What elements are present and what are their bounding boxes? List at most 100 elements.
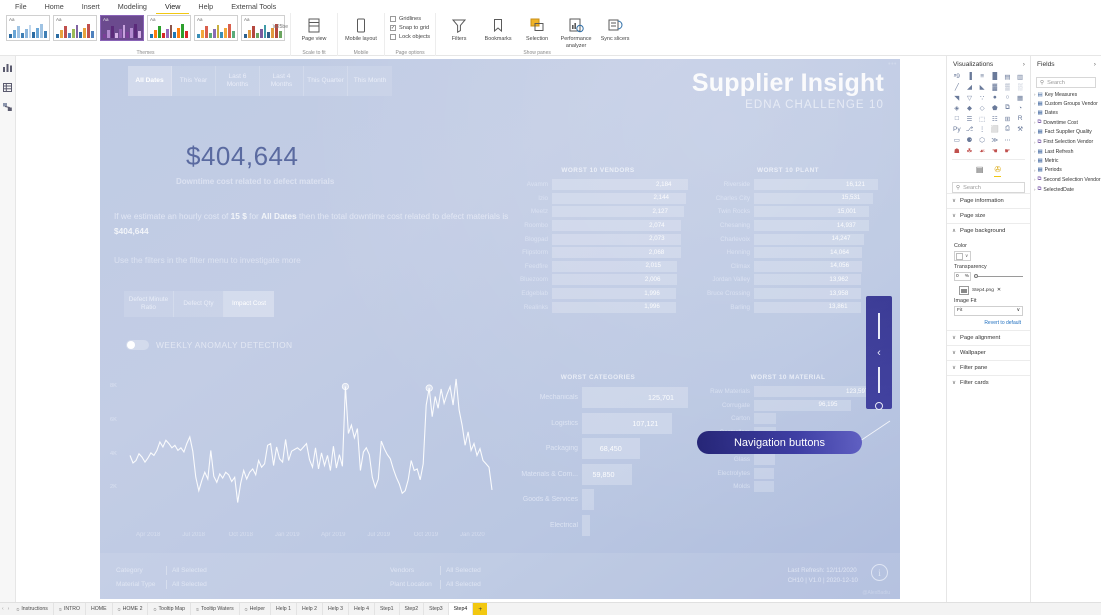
format-search-input[interactable]: ⚲ Search [952, 182, 1025, 193]
stacked-area-chart-icon[interactable]: ◣ [976, 83, 988, 93]
100-stacked-column-icon[interactable]: ▥ [1014, 72, 1026, 82]
checkbox-icon[interactable]: ✓ [390, 25, 396, 31]
chevron-right-icon[interactable]: › [1034, 101, 1035, 106]
page-tab-step2[interactable]: Step2 [400, 602, 425, 615]
anomaly-toggle-row[interactable]: WEEKLY ANOMALY DETECTION [126, 340, 293, 350]
format-section-filter-cards[interactable]: ∨ Filter cards [947, 374, 1030, 390]
visual-more-options-icon[interactable]: ••• [888, 61, 897, 68]
show-pane-performance-analyzer-button[interactable]: Performance analyzer [558, 15, 594, 49]
bar-row[interactable]: Electrical [508, 513, 688, 539]
decomposition-tree-icon[interactable]: ⋮ [976, 125, 988, 135]
ribbon-chart-icon[interactable]: ░ [1014, 83, 1026, 93]
field-item-last-refresh[interactable]: › ▦ Last Refresh [1031, 147, 1101, 156]
bar-row[interactable]: Charlevoix 14,247 [698, 232, 878, 246]
date-slicer-this-month[interactable]: This Month [348, 66, 392, 96]
date-slicer-this-quarter[interactable]: This Quarter [304, 66, 348, 96]
menu-view[interactable]: View [155, 0, 190, 14]
page-tab-tooltip-waters[interactable]: ⦸ Tooltip Waters [191, 602, 240, 615]
edit-visual-icon[interactable]: ☙ [976, 147, 988, 157]
blank-visual-icon[interactable]: ▭ [951, 135, 963, 145]
bar-row[interactable]: Materials & Com... 59,850 [508, 462, 688, 488]
format-section-page-background[interactable]: ∧ Page background [947, 223, 1030, 238]
themes-expand-caret[interactable]: \u25be [273, 24, 288, 30]
page-tab-help-4[interactable]: Help 4 [349, 602, 375, 615]
chevron-right-icon[interactable]: › [1034, 110, 1035, 115]
theme-thumbnail-0[interactable]: Aa [6, 15, 50, 41]
page-tab-step1[interactable]: Step1 [375, 602, 400, 615]
measure-button-impact-cost[interactable]: Impact Cost [224, 291, 274, 317]
date-slicer-this-year[interactable]: This Year [172, 66, 216, 96]
show-pane-filters-button[interactable]: Filters [441, 15, 477, 43]
field-item-periods[interactable]: › ▦ Periods [1031, 166, 1101, 175]
add-visual-icon[interactable]: ☘ [964, 147, 976, 157]
downtime-trend-line-chart[interactable]: 2K 4K 6K 8K Apr 2018 Jul 2018 Oct 2018 Jan 201… [108, 365, 498, 560]
page-view-button[interactable]: Page view [296, 15, 332, 43]
visual-type-gallery[interactable]: ᵜ9 ▐ ≡ █ ▤ ▥ ╱ ◢ ◣ ▓ ▒ ░ ◥ ▽ ∵ ● ○ ▦ ◈ ◆ ◇ ⬟ ⧉ ◔ □ ☰ ⬚ ☷ ⊞ R Py ⎇ ⋮ ⬜ ⎙ ⚒ ▭ ⚈… [947, 72, 1030, 145]
remove-image-icon[interactable]: ✕ [997, 288, 1001, 293]
menu-modeling[interactable]: Modeling [109, 0, 156, 13]
bar-row[interactable]: Glass [698, 453, 878, 467]
field-item-first-selection-vendor[interactable]: › ⧉ First Selection Vendor [1031, 137, 1101, 147]
metrics-icon[interactable]: ⚈ [964, 135, 976, 145]
line-chart-icon[interactable]: ╱ [951, 83, 963, 93]
page-tab-help-3[interactable]: Help 3 [323, 602, 349, 615]
stacked-column-chart-icon[interactable]: ▐ [964, 72, 976, 82]
date-slicer-last-4-months[interactable]: Last 4 Months [260, 66, 304, 96]
power-apps-icon[interactable]: ⬡ [976, 135, 988, 145]
page-tab-help-1[interactable]: Help 1 [271, 602, 297, 615]
theme-thumbnail-4[interactable]: Aa [194, 15, 238, 41]
bar-row[interactable]: Twin Rocks 15,001 [698, 205, 878, 219]
chevron-right-icon[interactable]: › [1034, 168, 1035, 173]
weekly-anomaly-toggle[interactable] [126, 340, 149, 350]
field-item-custom-groups-vendor[interactable]: › ▦ Custom Groups Vendor [1031, 99, 1101, 108]
worst-10-plant-card[interactable]: WORST 10 PLANT Riverside 16,121 Charles Cit… [698, 167, 878, 314]
bar-row[interactable]: Chesaning 14,937 [698, 219, 878, 233]
field-item-fact-supplier-quality[interactable]: › ▦ Fact Supplier Quality [1031, 128, 1101, 137]
azure-map-icon[interactable]: ⬟ [989, 104, 1001, 114]
multi-row-card-icon[interactable]: ☰ [964, 114, 976, 124]
bar-row[interactable]: Carton [698, 412, 878, 426]
bar-row[interactable]: Corrugate 96,195 [698, 399, 878, 413]
chevron-right-icon[interactable]: › [1034, 92, 1035, 97]
page-tab-instructions[interactable]: ⦸ Instructions [11, 602, 54, 615]
show-pane-selection-button[interactable]: Selection [519, 15, 555, 43]
fields-tab-icon[interactable]: ▤ [976, 165, 984, 177]
menu-file[interactable]: File [6, 0, 36, 13]
delete-visual-icon[interactable]: ☗ [951, 147, 963, 157]
worst-10-vendors-card[interactable]: WORST 10 VENDORS Avamm 2,184 Izio 2,144 Meetz… [508, 167, 688, 314]
page-tab-step4[interactable]: Step4 [448, 602, 474, 615]
themes-gallery[interactable]: Aa Aa Aa Aa Aa Aa [6, 13, 285, 41]
filter-visual-icon[interactable]: ☚ [989, 147, 1001, 157]
bar-row[interactable]: Realinks 1,996 [508, 300, 688, 314]
page-option-snap-to-grid[interactable]: ✓ Snap to grid [390, 25, 430, 31]
measure-button-defect-qty[interactable]: Defect Qty [174, 291, 224, 317]
page-tab-helper[interactable]: ⦸ Helper [240, 602, 271, 615]
page-option-gridlines[interactable]: Gridlines [390, 16, 430, 22]
bar-row[interactable]: Riverside 16,121 [698, 178, 878, 192]
filled-map-icon[interactable]: ◆ [964, 104, 976, 114]
field-item-metric[interactable]: › ▦ Metric [1031, 156, 1101, 165]
funnel-chart-icon[interactable]: ▽ [964, 93, 976, 103]
format-tab-icon[interactable]: ✇ [994, 165, 1002, 177]
background-color-picker[interactable]: ∨ [954, 251, 971, 261]
slider-thumb[interactable] [974, 274, 978, 278]
treemap-icon[interactable]: ▦ [1014, 93, 1026, 103]
format-section-filter-pane[interactable]: ∨ Filter pane [947, 359, 1030, 375]
date-slicer-last-6-months[interactable]: Last 6 Months [216, 66, 260, 96]
chevron-right-icon[interactable]: › [1034, 158, 1035, 163]
bar-row[interactable]: Blogpad 2,073 [508, 232, 688, 246]
kpi-icon[interactable]: ⬚ [976, 114, 988, 124]
nav-dot-icon[interactable] [875, 402, 883, 410]
page-tab-help-2[interactable]: Help 2 [297, 602, 323, 615]
measure-selector[interactable]: Defect Minute Ratio Defect Qty Impact Cost [124, 291, 274, 317]
fields-tree[interactable]: › ▤ Key Measures › ▦ Custom Groups Vendor › ▦ Da… [1031, 88, 1101, 195]
area-chart-icon[interactable]: ◢ [964, 83, 976, 93]
chevron-right-icon[interactable]: › [1034, 149, 1035, 154]
bar-row[interactable]: Raw Materials 123,597 [698, 385, 878, 399]
arcgis-map-icon[interactable]: ⧉ [1002, 104, 1014, 114]
qa-visual-icon[interactable]: ⬜ [989, 125, 1001, 135]
bar-row[interactable]: Packaging 68,450 [508, 436, 688, 462]
line-stacked-column-icon[interactable]: ▓ [989, 83, 1001, 93]
chevron-right-icon[interactable]: › [1034, 187, 1035, 192]
bar-row[interactable]: Bluezoom 2,006 [508, 273, 688, 287]
